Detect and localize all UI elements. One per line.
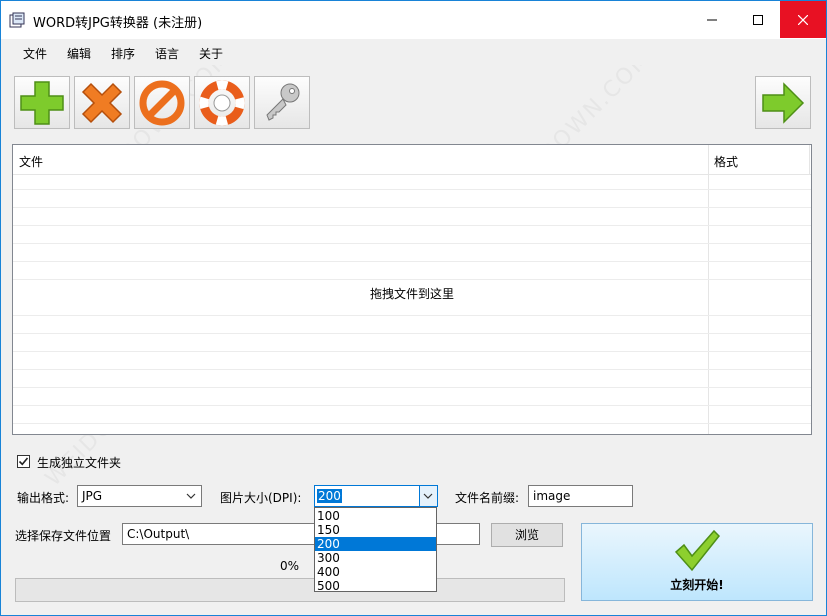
progress-bar: [15, 578, 565, 602]
app-window: WEIDOWN.COM WEIDOWN.COM WEIDOWN.COM WEID…: [0, 0, 827, 616]
browse-button[interactable]: 浏览: [491, 523, 563, 547]
row-divider: [13, 405, 811, 406]
row-divider: [13, 225, 811, 226]
chevron-down-icon: [423, 493, 433, 499]
clear-all-button[interactable]: [134, 76, 190, 129]
save-location-label: 选择保存文件位置: [15, 529, 112, 543]
row-divider: [13, 243, 811, 244]
minimize-icon: [707, 19, 717, 20]
output-format-select[interactable]: JPG: [77, 485, 202, 507]
column-divider: [809, 145, 810, 175]
row-divider: [13, 207, 811, 208]
row-divider: [13, 279, 811, 280]
maximize-button[interactable]: [735, 1, 781, 38]
prefix-value: image: [533, 489, 571, 503]
dpi-dropdown-button[interactable]: [419, 486, 437, 506]
close-button[interactable]: [780, 1, 826, 38]
key-icon: [266, 83, 300, 121]
menu-file[interactable]: 文件: [23, 45, 47, 62]
dpi-dropdown-list: 100 150 200 300 400 500: [314, 507, 437, 593]
row-divider: [13, 261, 811, 262]
title-bar[interactable]: WORD转JPG转换器 (未注册): [1, 1, 826, 39]
row-divider: [13, 333, 811, 334]
dpi-label: 图片大小(DPI):: [220, 491, 302, 505]
prefix-input[interactable]: image: [528, 485, 633, 507]
column-header-format[interactable]: 格式: [714, 153, 738, 170]
row-divider: [13, 387, 811, 388]
chevron-down-icon: [186, 493, 196, 499]
dpi-value-wrap: 200: [317, 489, 342, 503]
row-divider: [13, 423, 811, 424]
plus-icon: [20, 80, 64, 125]
app-icon: [9, 12, 25, 28]
dpi-option[interactable]: 150: [315, 523, 436, 537]
maximize-icon: [753, 14, 763, 25]
window-title: WORD转JPG转换器 (未注册): [33, 16, 203, 31]
dpi-option[interactable]: 100: [315, 509, 436, 523]
close-icon: [798, 14, 808, 25]
arrow-right-icon: [762, 81, 805, 124]
dpi-option[interactable]: 400: [315, 565, 436, 579]
dpi-option-selected[interactable]: 200: [315, 537, 436, 551]
progress-percent: 0%: [280, 559, 300, 573]
help-button[interactable]: [194, 76, 250, 129]
row-divider: [13, 351, 811, 352]
checkmark-icon: [674, 529, 721, 572]
column-header-file[interactable]: 文件: [19, 153, 43, 170]
next-button[interactable]: [755, 76, 811, 129]
remove-file-button[interactable]: [74, 76, 130, 129]
dpi-select[interactable]: 200: [314, 485, 438, 507]
x-icon: [81, 82, 123, 123]
checkmark-icon: [18, 457, 29, 466]
minimize-button[interactable]: [689, 1, 735, 38]
add-file-button[interactable]: [14, 76, 70, 129]
separate-folder-label[interactable]: 生成独立文件夹: [37, 454, 121, 471]
row-divider: [13, 369, 811, 370]
menu-about[interactable]: 关于: [199, 45, 223, 62]
list-header: 文件 格式: [13, 145, 811, 175]
file-list[interactable]: 文件 格式 拖拽文件到这里: [12, 144, 812, 435]
output-format-value: JPG: [82, 489, 103, 503]
menu-edit[interactable]: 编辑: [67, 45, 91, 62]
start-label: 立刻开始!: [670, 578, 724, 592]
no-entry-icon: [139, 80, 185, 125]
save-location-value: C:\Output\: [127, 527, 190, 541]
row-divider: [13, 189, 811, 190]
prefix-label: 文件名前缀:: [455, 491, 520, 505]
register-button[interactable]: [254, 76, 310, 129]
row-divider: [13, 315, 811, 316]
lifebuoy-icon: [199, 80, 245, 125]
drop-hint: 拖拽文件到这里: [369, 287, 454, 301]
dpi-option[interactable]: 500: [315, 579, 436, 593]
output-format-label: 输出格式:: [17, 491, 70, 505]
menu-sort[interactable]: 排序: [111, 45, 135, 62]
dpi-option[interactable]: 300: [315, 551, 436, 565]
start-button[interactable]: 立刻开始!: [581, 523, 813, 601]
menu-bar: 文件 编辑 排序 语言 关于: [1, 39, 826, 65]
menu-language[interactable]: 语言: [155, 45, 179, 62]
separate-folder-checkbox[interactable]: [17, 455, 30, 468]
dpi-value: 200: [317, 489, 342, 503]
